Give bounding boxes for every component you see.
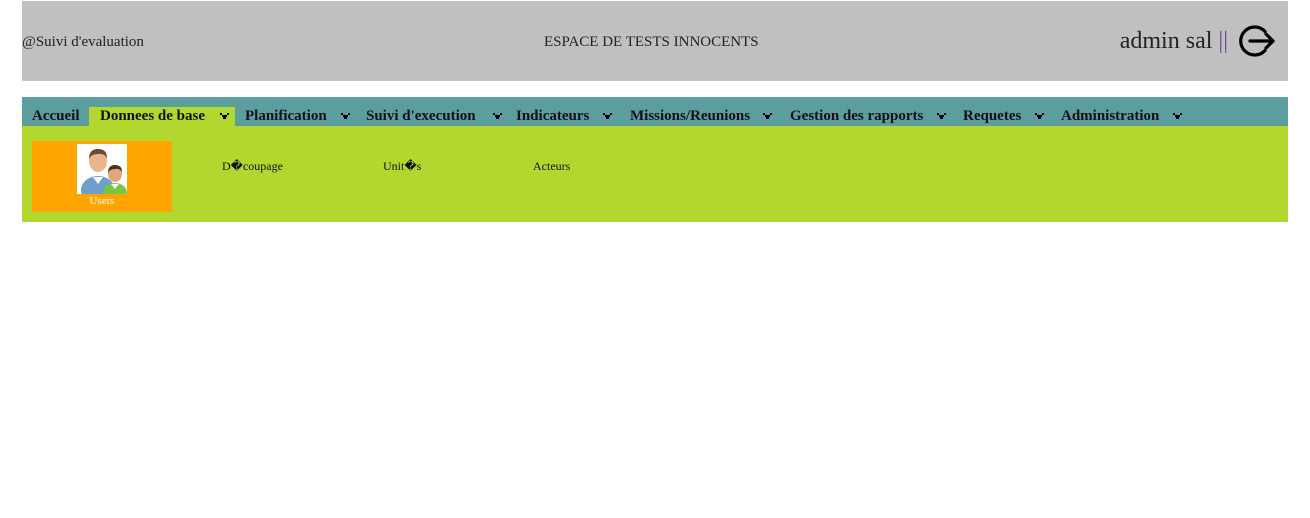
separator: || — [1218, 27, 1228, 54]
submenu-link-decoupage[interactable]: D�coupage — [222, 159, 283, 174]
chevron-down-icon[interactable] — [1172, 107, 1183, 126]
nav-item-indicateurs[interactable]: Indicateurs — [510, 107, 595, 126]
users-tile[interactable]: Users — [32, 141, 172, 212]
nav-item-gestion-des-rapports[interactable]: Gestion des rapports — [784, 107, 929, 126]
nav-item-administration[interactable]: Administration — [1055, 107, 1165, 126]
chevron-down-icon[interactable] — [1034, 107, 1045, 126]
nav-item-requetes[interactable]: Requetes — [957, 107, 1027, 126]
user-name: admin sal — [1119, 27, 1213, 54]
main-nav: Accueil Donnees de base Planification Su… — [22, 97, 1288, 126]
chevron-down-icon[interactable] — [492, 107, 503, 126]
logout-icon[interactable] — [1238, 23, 1278, 59]
chevron-down-icon[interactable] — [602, 107, 613, 126]
submenu-panel: Users D�coupage Unit�s Acteurs — [22, 126, 1288, 222]
nav-item-label: Gestion des rapports — [790, 108, 924, 124]
users-tile-label: Users — [89, 195, 115, 207]
nav-item-label: Accueil — [32, 108, 80, 124]
chevron-down-icon[interactable] — [340, 107, 351, 126]
chevron-down-icon[interactable] — [762, 107, 773, 126]
nav-item-label: Administration — [1061, 108, 1160, 124]
submenu-link-unites[interactable]: Unit�s — [383, 159, 421, 174]
nav-item-planification[interactable]: Planification — [239, 107, 333, 126]
nav-item-missions-reunions[interactable]: Missions/Reunions — [624, 107, 756, 126]
nav-item-label: Donnees de base — [100, 108, 206, 124]
nav-item-accueil[interactable]: Accueil — [26, 107, 85, 126]
user-area: admin sal || — [1120, 23, 1278, 59]
nav-item-label: Suivi d'execution — [366, 108, 476, 124]
users-icon — [77, 144, 127, 204]
nav-item-label: Requetes — [963, 108, 1022, 124]
nav-item-label: Planification — [245, 108, 327, 124]
space-title: ESPACE DE TESTS INNOCENTS — [544, 34, 759, 50]
nav-item-suivi-execution[interactable]: Suivi d'execution — [360, 107, 482, 126]
nav-item-label: Indicateurs — [516, 108, 590, 124]
submenu-link-acteurs[interactable]: Acteurs — [533, 159, 570, 174]
brand-title: @Suivi d'evaluation — [22, 34, 144, 50]
chevron-down-icon[interactable] — [936, 107, 947, 126]
header-bar: @Suivi d'evaluation ESPACE DE TESTS INNO… — [22, 1, 1288, 81]
chevron-down-icon[interactable] — [219, 107, 230, 126]
nav-item-donnees-de-base[interactable]: Donnees de base — [89, 107, 235, 126]
nav-item-label: Missions/Reunions — [630, 108, 751, 124]
